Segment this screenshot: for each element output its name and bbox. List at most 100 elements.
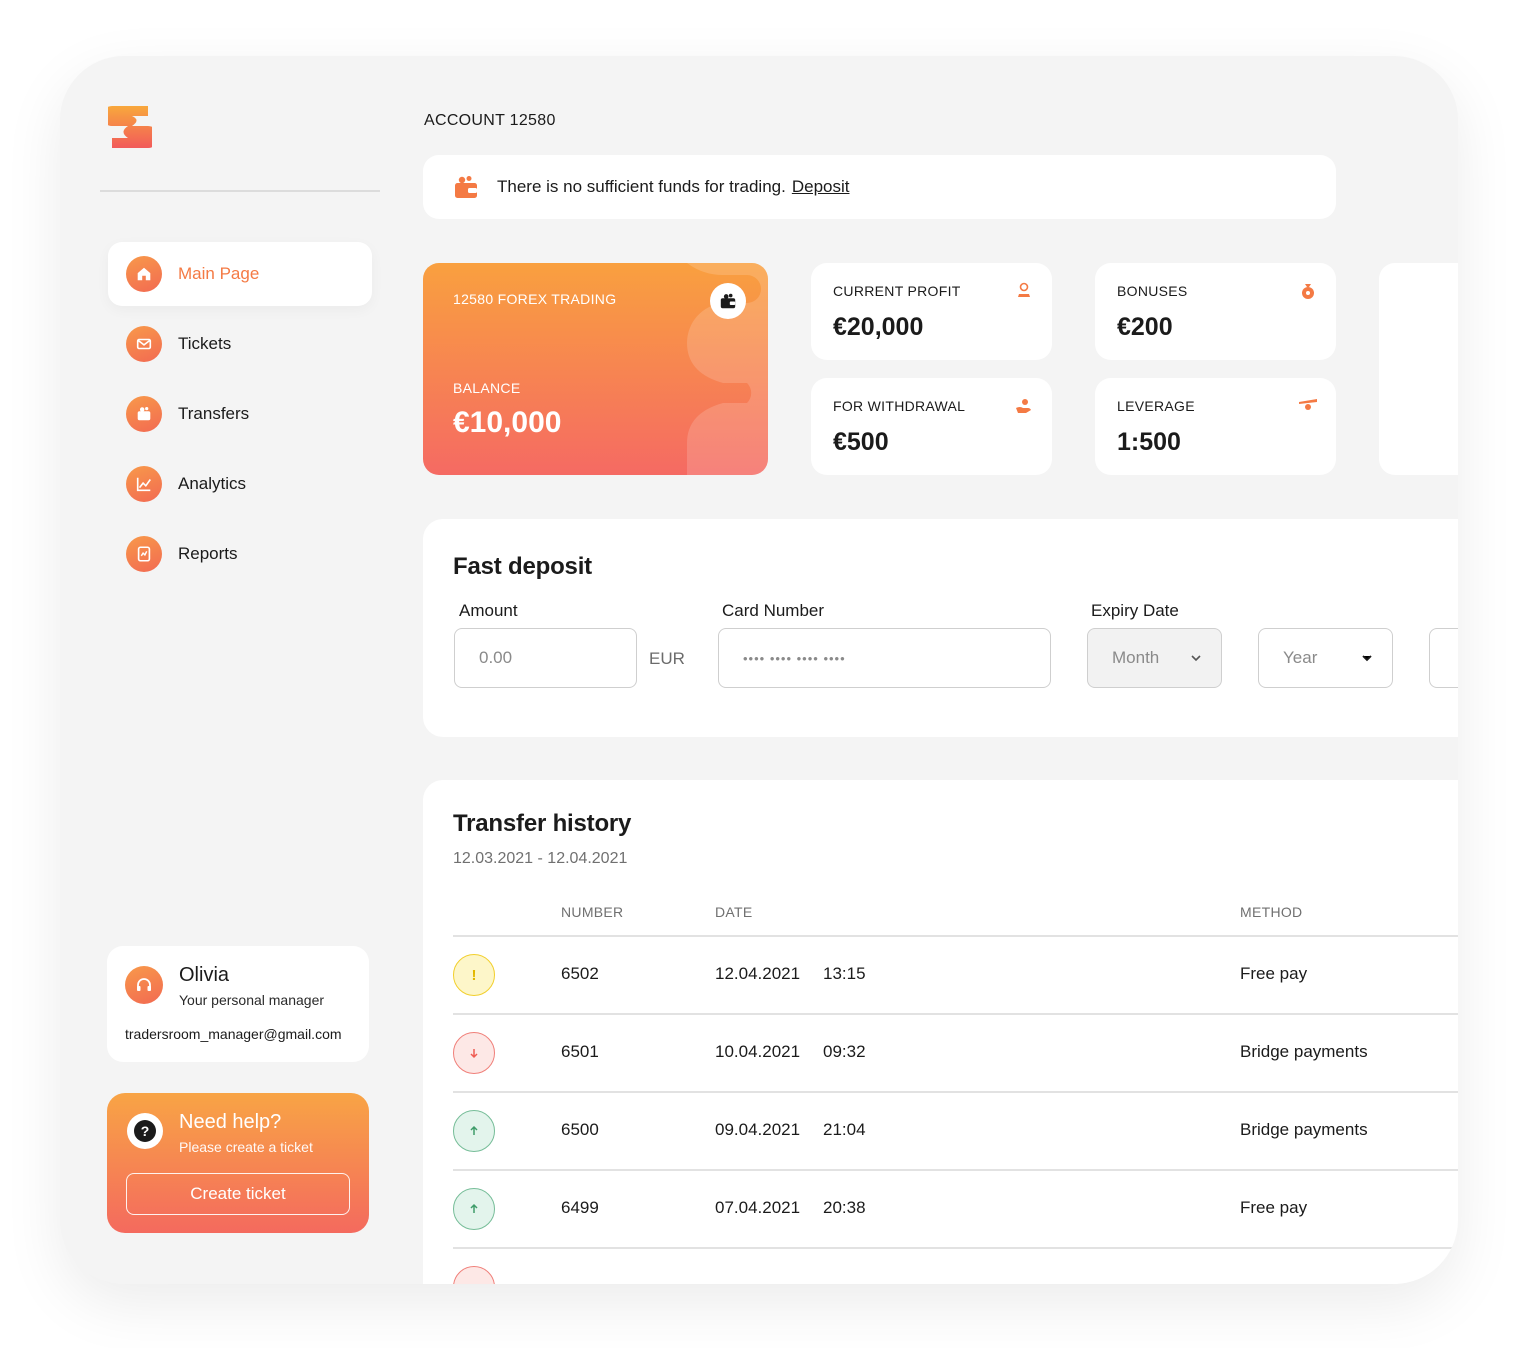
account-balance-card[interactable]: 12580 FOREX TRADING BALANCE €10,000 xyxy=(423,263,768,475)
transfer-time: 09:32 xyxy=(823,1042,866,1061)
current-profit-card: CURRENT PROFIT €20,000 xyxy=(811,263,1052,360)
report-icon xyxy=(126,536,162,572)
stat-label: CURRENT PROFIT xyxy=(833,283,961,299)
stat-label: LEVERAGE xyxy=(1117,398,1195,414)
table-row[interactable]: 6501 10.04.2021 09:32 Bridge payments xyxy=(453,1013,1458,1091)
transfer-number: 6500 xyxy=(561,1120,599,1139)
sidebar-item-label: Reports xyxy=(178,544,238,563)
mail-icon xyxy=(126,326,162,362)
transfer-date: 07.04.2021 xyxy=(715,1198,801,1217)
stat-card-partial xyxy=(1379,263,1458,475)
transfer-date: 12.04.2021 xyxy=(715,964,801,983)
leverage-card: LEVERAGE 1:500 xyxy=(1095,378,1336,475)
bonus-icon xyxy=(1302,284,1314,299)
arrow-down-icon xyxy=(453,1266,495,1284)
card-watermark xyxy=(686,263,768,475)
sidebar-item-analytics[interactable]: Analytics xyxy=(108,452,372,516)
stat-label: FOR WITHDRAWAL xyxy=(833,398,966,414)
balance-label: BALANCE xyxy=(453,380,521,396)
transfer-method: Bridge payments xyxy=(1240,1120,1368,1139)
amount-label: Amount xyxy=(459,601,518,620)
home-icon xyxy=(126,256,162,292)
sidebar-divider xyxy=(100,190,380,192)
stat-value: 1:500 xyxy=(1117,428,1181,456)
pending-status-icon: ! xyxy=(453,954,495,996)
table-row[interactable]: ! 6502 12.04.2021 13:15 Free pay xyxy=(453,935,1458,1013)
expiry-year-select[interactable]: Year xyxy=(1258,628,1393,688)
funds-alert: There is no sufficient funds for trading… xyxy=(423,155,1336,219)
stat-value: €200 xyxy=(1117,313,1173,341)
help-subtitle: Please create a ticket xyxy=(179,1139,313,1155)
year-value: Year xyxy=(1283,648,1318,667)
wallet-icon xyxy=(126,396,162,432)
transfer-number: 6501 xyxy=(561,1042,599,1061)
arrow-up-icon xyxy=(453,1188,495,1230)
transfer-time: 20:38 xyxy=(823,1198,866,1217)
sidebar-item-reports[interactable]: Reports xyxy=(108,522,372,586)
page-title: ACCOUNT 12580 xyxy=(424,112,556,129)
transfer-number: 6502 xyxy=(561,964,599,983)
app-window: Main Page Tickets Transfers Analytics Re… xyxy=(60,56,1458,1284)
transfer-time: 13:15 xyxy=(823,964,866,983)
personal-manager-card: Olivia Your personal manager tradersroom… xyxy=(107,946,369,1062)
chevron-down-icon xyxy=(1191,655,1201,662)
transfer-history-panel: Transfer history 12.03.2021 - 12.04.2021… xyxy=(423,780,1458,1284)
manager-email[interactable]: tradersroom_manager@gmail.com xyxy=(125,1026,355,1042)
leverage-icon xyxy=(1299,399,1317,410)
sidebar-item-main-page[interactable]: Main Page xyxy=(108,242,372,306)
create-ticket-button[interactable]: Create ticket xyxy=(126,1173,350,1215)
profit-icon xyxy=(1017,282,1031,297)
transfer-method: Free pay xyxy=(1240,1198,1308,1217)
question-icon: ? xyxy=(127,1113,163,1149)
card-number-label: Card Number xyxy=(722,601,825,620)
stat-label: BONUSES xyxy=(1117,283,1188,299)
stat-value: €500 xyxy=(833,428,889,456)
transfer-date: 10.04.2021 xyxy=(715,1042,801,1061)
expiry-month-select[interactable]: Month xyxy=(1087,628,1222,688)
for-withdrawal-card: FOR WITHDRAWAL €500 xyxy=(811,378,1052,475)
table-row[interactable]: 6500 09.04.2021 21:04 Bridge payments xyxy=(453,1091,1458,1169)
sidebar-item-transfers[interactable]: Transfers xyxy=(108,382,372,446)
bonuses-card: BONUSES €200 xyxy=(1095,263,1336,360)
balance-value: €10,000 xyxy=(453,406,562,439)
fast-deposit-panel: Fast deposit Amount 0.00 EUR Card Number… xyxy=(423,519,1458,737)
card-title: 12580 FOREX TRADING xyxy=(453,291,617,307)
help-card: ? Need help? Please create a ticket Crea… xyxy=(107,1093,369,1233)
column-header-date: DATE xyxy=(715,904,753,920)
wallet-icon[interactable] xyxy=(710,283,746,319)
chart-icon xyxy=(126,466,162,502)
arrow-down-icon xyxy=(453,1032,495,1074)
brand-logo xyxy=(108,106,152,148)
arrow-up-icon xyxy=(453,1110,495,1152)
fast-deposit-title: Fast deposit xyxy=(453,553,592,580)
sidebar-nav: Main Page Tickets Transfers Analytics Re… xyxy=(108,242,372,592)
sidebar-item-tickets[interactable]: Tickets xyxy=(108,312,372,376)
transfer-number: 6499 xyxy=(561,1198,599,1217)
expiry-date-label: Expiry Date xyxy=(1091,601,1179,620)
help-title: Need help? xyxy=(179,1111,282,1133)
manager-role: Your personal manager xyxy=(179,992,325,1008)
month-value: Month xyxy=(1112,648,1160,667)
cvv-input-partial[interactable] xyxy=(1429,628,1458,688)
transfer-date: 09.04.2021 xyxy=(715,1120,801,1139)
sidebar-item-label: Main Page xyxy=(178,264,260,283)
amount-input[interactable]: 0.00 xyxy=(454,628,637,688)
card-number-input[interactable]: •••• •••• •••• •••• xyxy=(718,628,1051,688)
manager-name: Olivia xyxy=(179,964,230,986)
wallet-icon xyxy=(455,176,477,198)
alert-text: There is no sufficient funds for trading… xyxy=(497,177,786,196)
transfer-method: Free pay xyxy=(1240,964,1308,983)
table-row[interactable]: 6499 07.04.2021 20:38 Free pay xyxy=(453,1169,1458,1247)
sidebar-item-label: Transfers xyxy=(178,404,250,423)
headset-icon xyxy=(125,966,163,1004)
sidebar-item-label: Analytics xyxy=(178,474,247,493)
transfer-history-title: Transfer history xyxy=(453,810,632,837)
stat-value: €20,000 xyxy=(833,313,924,341)
deposit-link[interactable]: Deposit xyxy=(792,177,850,197)
withdrawal-icon xyxy=(1016,399,1031,413)
transfer-time: 21:04 xyxy=(823,1120,866,1139)
currency-label: EUR xyxy=(649,649,685,668)
table-row[interactable] xyxy=(453,1247,1458,1284)
date-range: 12.03.2021 - 12.04.2021 xyxy=(453,850,628,867)
column-header-method: METHOD xyxy=(1240,904,1303,920)
